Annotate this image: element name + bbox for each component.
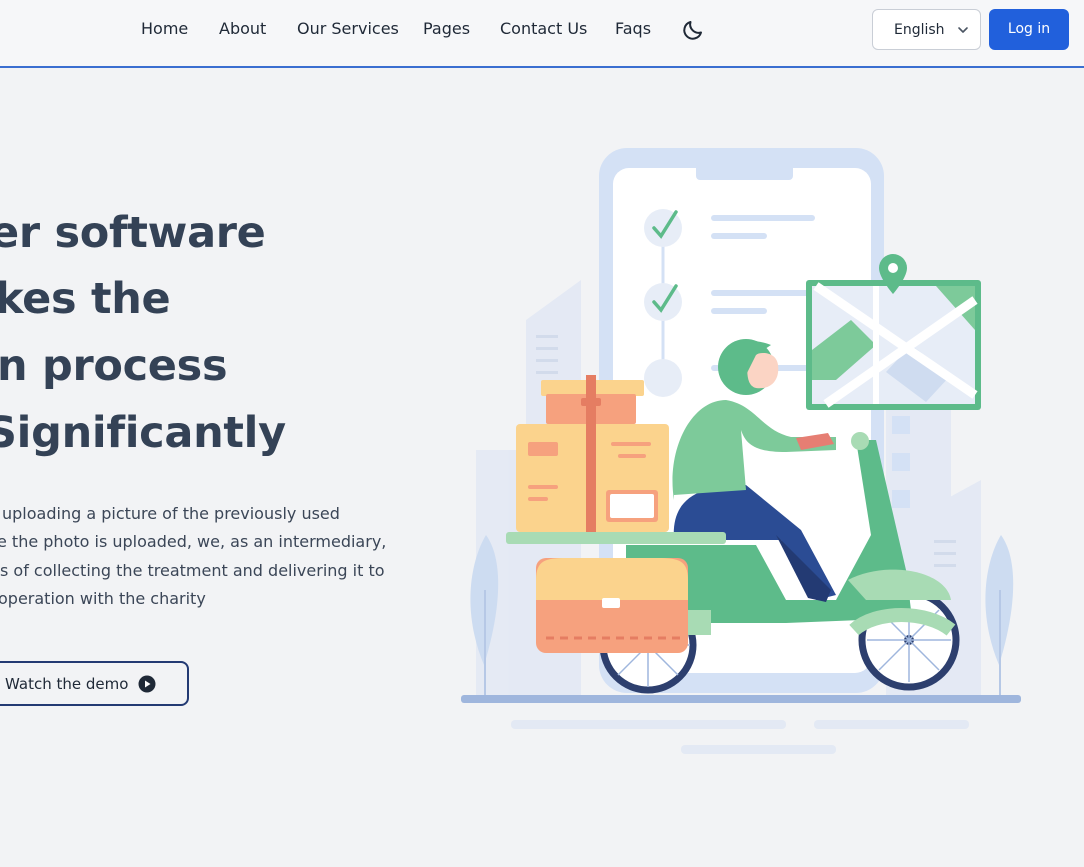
nav-about[interactable]: About [219,19,266,38]
nav-home[interactable]: Home [141,19,188,38]
hero-title-line-4: Significantly [0,408,286,458]
hero-description-line-2: e the photo is uploaded, we, as an inter… [0,532,387,551]
delivery-bag [536,558,688,653]
nav-pages[interactable]: Pages [423,19,470,38]
language-select[interactable]: English [872,9,981,50]
hero-description-line-3: s of collecting the treatment and delive… [0,561,385,580]
hero-title-line-3: n process [0,341,228,391]
nav-faqs[interactable]: Faqs [615,19,651,38]
top-navbar: Home About Our Services Pages Contact Us… [0,0,1084,68]
hero-description-line-1: uploading a picture of the previously us… [2,504,340,523]
play-icon [138,675,156,693]
hero-title-line-1: er software [0,208,266,258]
login-button[interactable]: Log in [989,9,1069,50]
nav-contact-us[interactable]: Contact Us [500,19,587,38]
moon-icon[interactable] [681,18,705,42]
language-selected: English [894,22,945,38]
delivery-scooter-illustration [461,148,1021,754]
tree-right [985,535,1014,700]
ground-line [461,695,1021,703]
watch-demo-button[interactable]: Watch the demo [0,661,189,706]
nav-our-services[interactable]: Our Services [297,19,399,38]
hero-description-line-4: operation with the charity [0,589,206,608]
chevron-down-icon [958,27,968,33]
watch-demo-label: Watch the demo [5,675,129,693]
hero-title-line-2: kes the [0,274,171,324]
